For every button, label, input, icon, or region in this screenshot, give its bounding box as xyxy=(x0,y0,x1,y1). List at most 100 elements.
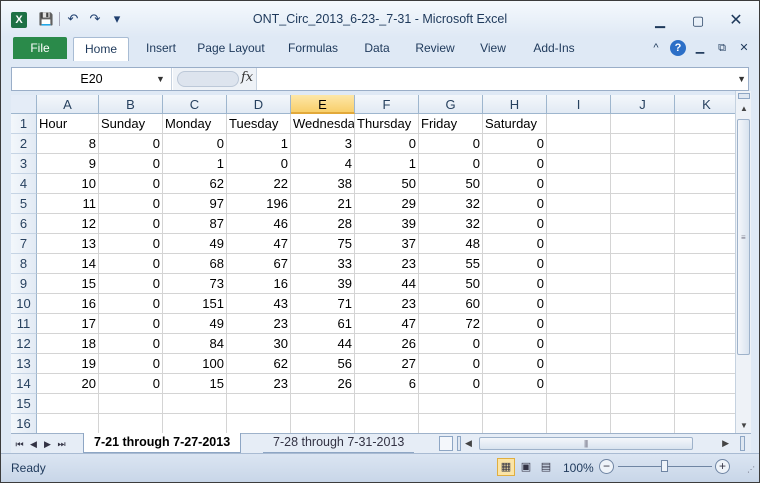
row-header-2[interactable]: 2 xyxy=(11,134,37,154)
cell-i3[interactable] xyxy=(547,154,611,174)
cell-h6[interactable]: 0 xyxy=(483,214,547,234)
cell-f5[interactable]: 29 xyxy=(355,194,419,214)
cell-c9[interactable]: 73 xyxy=(163,274,227,294)
cell-g10[interactable]: 60 xyxy=(419,294,483,314)
row-header-15[interactable]: 15 xyxy=(11,394,37,414)
cell-k1[interactable] xyxy=(675,114,735,134)
cell-d8[interactable]: 67 xyxy=(227,254,291,274)
cell-c10[interactable]: 151 xyxy=(163,294,227,314)
cell-k3[interactable] xyxy=(675,154,735,174)
row-header-12[interactable]: 12 xyxy=(11,334,37,354)
cell-g5[interactable]: 32 xyxy=(419,194,483,214)
cell-f7[interactable]: 37 xyxy=(355,234,419,254)
cell-c7[interactable]: 49 xyxy=(163,234,227,254)
scroll-left-icon[interactable]: ◀ xyxy=(465,436,472,451)
cell-h1[interactable]: Saturday xyxy=(483,114,547,134)
cell-b13[interactable]: 0 xyxy=(99,354,163,374)
vertical-split-box[interactable] xyxy=(740,436,745,451)
cell-a12[interactable]: 18 xyxy=(37,334,99,354)
cell-e3[interactable]: 4 xyxy=(291,154,355,174)
row-header-8[interactable]: 8 xyxy=(11,254,37,274)
zoom-slider-thumb[interactable] xyxy=(661,460,668,472)
cell-d16[interactable] xyxy=(227,414,291,433)
cell-k15[interactable] xyxy=(675,394,735,414)
column-header-c[interactable]: C xyxy=(163,95,227,114)
cell-h12[interactable]: 0 xyxy=(483,334,547,354)
cell-g7[interactable]: 48 xyxy=(419,234,483,254)
cell-d10[interactable]: 43 xyxy=(227,294,291,314)
cell-g16[interactable] xyxy=(419,414,483,433)
first-sheet-icon[interactable]: ⏮ xyxy=(15,436,24,452)
cell-g14[interactable]: 0 xyxy=(419,374,483,394)
cell-j15[interactable] xyxy=(611,394,675,414)
cell-e2[interactable]: 3 xyxy=(291,134,355,154)
cell-b16[interactable] xyxy=(99,414,163,433)
cell-c11[interactable]: 49 xyxy=(163,314,227,334)
cell-i2[interactable] xyxy=(547,134,611,154)
cell-i7[interactable] xyxy=(547,234,611,254)
cell-f4[interactable]: 50 xyxy=(355,174,419,194)
cell-c12[interactable]: 84 xyxy=(163,334,227,354)
row-header-7[interactable]: 7 xyxy=(11,234,37,254)
cell-h3[interactable]: 0 xyxy=(483,154,547,174)
cell-f9[interactable]: 44 xyxy=(355,274,419,294)
cell-g13[interactable]: 0 xyxy=(419,354,483,374)
cell-i15[interactable] xyxy=(547,394,611,414)
cell-c8[interactable]: 68 xyxy=(163,254,227,274)
cell-b14[interactable]: 0 xyxy=(99,374,163,394)
cell-g8[interactable]: 55 xyxy=(419,254,483,274)
column-header-g[interactable]: G xyxy=(419,95,483,114)
cell-h15[interactable] xyxy=(483,394,547,414)
formula-input[interactable] xyxy=(258,68,736,90)
tab-page-layout[interactable]: Page Layout xyxy=(195,37,267,61)
cell-j9[interactable] xyxy=(611,274,675,294)
cell-b5[interactable]: 0 xyxy=(99,194,163,214)
vertical-split-handle[interactable] xyxy=(738,93,750,99)
cell-h7[interactable]: 0 xyxy=(483,234,547,254)
cell-i16[interactable] xyxy=(547,414,611,433)
cell-j6[interactable] xyxy=(611,214,675,234)
cell-b1[interactable]: Sunday xyxy=(99,114,163,134)
cell-b10[interactable]: 0 xyxy=(99,294,163,314)
cell-e7[interactable]: 75 xyxy=(291,234,355,254)
cell-i10[interactable] xyxy=(547,294,611,314)
cell-c15[interactable] xyxy=(163,394,227,414)
cell-f10[interactable]: 23 xyxy=(355,294,419,314)
zoom-level[interactable]: 100% xyxy=(563,461,594,475)
cell-g9[interactable]: 50 xyxy=(419,274,483,294)
cell-e1[interactable]: Wednesday xyxy=(291,114,355,134)
tab-file[interactable]: File xyxy=(13,37,67,59)
cell-h11[interactable]: 0 xyxy=(483,314,547,334)
cell-d15[interactable] xyxy=(227,394,291,414)
cell-i6[interactable] xyxy=(547,214,611,234)
insert-sheet-icon[interactable] xyxy=(439,436,453,451)
cell-d3[interactable]: 0 xyxy=(227,154,291,174)
cell-b3[interactable]: 0 xyxy=(99,154,163,174)
cell-i14[interactable] xyxy=(547,374,611,394)
cell-i12[interactable] xyxy=(547,334,611,354)
scroll-up-icon[interactable]: ▲ xyxy=(738,103,750,115)
cell-a10[interactable]: 16 xyxy=(37,294,99,314)
cell-b11[interactable]: 0 xyxy=(99,314,163,334)
cell-a9[interactable]: 15 xyxy=(37,274,99,294)
cell-d14[interactable]: 23 xyxy=(227,374,291,394)
zoom-out-button[interactable]: − xyxy=(599,459,614,474)
tab-data[interactable]: Data xyxy=(359,37,395,61)
cell-i9[interactable] xyxy=(547,274,611,294)
cell-e16[interactable] xyxy=(291,414,355,433)
row-header-3[interactable]: 3 xyxy=(11,154,37,174)
cell-a14[interactable]: 20 xyxy=(37,374,99,394)
cell-b9[interactable]: 0 xyxy=(99,274,163,294)
expand-formula-bar-icon[interactable]: ▼ xyxy=(737,68,746,90)
cell-i11[interactable] xyxy=(547,314,611,334)
cell-k11[interactable] xyxy=(675,314,735,334)
cell-c6[interactable]: 87 xyxy=(163,214,227,234)
cell-b15[interactable] xyxy=(99,394,163,414)
horizontal-split-handle[interactable] xyxy=(457,436,461,451)
cell-g11[interactable]: 72 xyxy=(419,314,483,334)
row-header-9[interactable]: 9 xyxy=(11,274,37,294)
workbook-close-icon[interactable]: ✕ xyxy=(736,40,752,56)
row-header-1[interactable]: 1 xyxy=(11,114,37,134)
sheet-tab-7-21[interactable]: 7-21 through 7-27-2013 xyxy=(83,433,242,453)
cell-f8[interactable]: 23 xyxy=(355,254,419,274)
